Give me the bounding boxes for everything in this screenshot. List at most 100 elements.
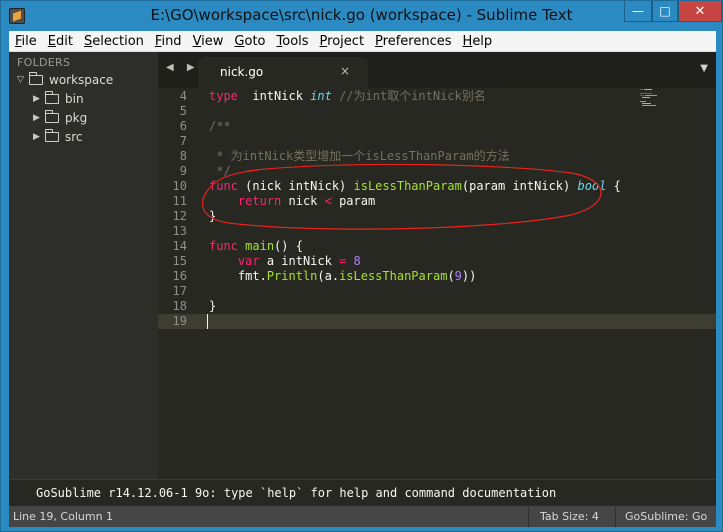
code-token: () {: [274, 239, 303, 253]
code-line[interactable]: 14 func main() {: [158, 239, 716, 254]
red-highlight-ellipse: [201, 163, 602, 230]
menu-view[interactable]: View: [187, 31, 229, 52]
code-token: main: [245, 239, 275, 253]
code-token: isLessThanParam: [339, 269, 448, 283]
menu-help[interactable]: Help: [457, 31, 498, 52]
console-message: GoSublime r14.12.06-1 9o: type `help` fo…: [36, 486, 557, 500]
line-number: 19: [172, 314, 187, 328]
minimize-button[interactable]: —: [624, 1, 652, 22]
code-token: var: [237, 254, 260, 268]
line-number: 12: [172, 209, 187, 223]
folder-src[interactable]: ▶ src: [33, 127, 83, 146]
folder-label: workspace: [49, 72, 114, 87]
folder-label: pkg: [65, 110, 88, 125]
code-token: )): [461, 269, 477, 283]
menu-goto[interactable]: Goto: [228, 31, 270, 52]
folders-heading: FOLDERS: [17, 56, 71, 69]
folder-icon: [45, 128, 59, 142]
code-line[interactable]: 7: [158, 134, 716, 149]
tab-menu-icon[interactable]: ▼: [700, 63, 708, 74]
status-bar: Line 19, Column 1 Tab Size: 4 GoSublime:…: [9, 505, 716, 527]
menu-edit[interactable]: Edit: [42, 31, 78, 52]
cursor-position: Line 19, Column 1: [13, 510, 114, 523]
code-text[interactable]: type intNick int //为int取个intNick别名: [209, 89, 486, 104]
menu-bar: File Edit Selection Find View Goto Tools…: [9, 31, 716, 52]
tab-nav-arrows-icon[interactable]: ◀ ▶: [166, 62, 200, 73]
code-token: func: [209, 239, 238, 253]
chevron-right-icon[interactable]: ▶: [33, 94, 45, 104]
menu-project[interactable]: Project: [314, 31, 370, 52]
folder-workspace[interactable]: ▽ workspace: [17, 70, 113, 89]
minimap[interactable]: [640, 89, 660, 129]
code-line[interactable]: 6 /**: [158, 119, 716, 134]
line-number: 6: [179, 119, 187, 133]
line-number: 9: [179, 164, 187, 178]
code-token: (a.: [317, 269, 340, 283]
code-token: //为int取个intNick别名: [331, 89, 486, 103]
folder-label: bin: [65, 91, 84, 106]
code-token: type: [209, 89, 238, 103]
line-number: 15: [172, 254, 187, 268]
line-number: 17: [172, 284, 187, 298]
app-window: E:\GO\workspace\src\nick.go (workspace) …: [0, 0, 723, 532]
code-line[interactable]: 17: [158, 284, 716, 299]
folder-open-icon: [29, 71, 43, 85]
close-window-button[interactable]: ✕: [678, 1, 722, 22]
line-number: 7: [179, 134, 187, 148]
code-text[interactable]: fmt.Println(a.isLessThanParam(9)): [209, 269, 476, 284]
folder-icon: [45, 90, 59, 104]
code-token: intNick: [237, 89, 311, 103]
code-token: int: [310, 89, 332, 103]
code-line[interactable]: 5: [158, 104, 716, 119]
status-divider: [528, 507, 529, 527]
line-number: 13: [172, 224, 187, 238]
menu-find[interactable]: Find: [149, 31, 187, 52]
output-console: GoSublime r14.12.06-1 9o: type `help` fo…: [9, 479, 716, 505]
line-number: 18: [172, 299, 187, 313]
code-token: fmt.: [209, 269, 267, 283]
chevron-right-icon[interactable]: ▶: [33, 132, 45, 142]
code-line[interactable]: 4 type intNick int //为int取个intNick别名: [158, 89, 716, 104]
code-editor[interactable]: 4 type intNick int //为int取个intNick别名 5 6 /**…: [158, 88, 716, 479]
code-line[interactable]: 16 fmt.Println(a.isLessThanParam(9)): [158, 269, 716, 284]
code-line[interactable]: 15 var a intNick = 8: [158, 254, 716, 269]
code-token: }: [209, 299, 217, 313]
line-number: 10: [172, 179, 187, 193]
line-number: 5: [179, 104, 187, 118]
folder-pkg[interactable]: ▶ pkg: [33, 108, 87, 127]
syntax-indicator[interactable]: GoSublime: Go: [625, 510, 707, 523]
title-bar[interactable]: E:\GO\workspace\src\nick.go (workspace) …: [1, 1, 722, 31]
code-text[interactable]: func main() {: [209, 239, 303, 254]
code-line[interactable]: 18}: [158, 299, 716, 314]
code-line[interactable]: 8 * 为intNick类型增加一个isLessThanParam的方法: [158, 149, 716, 164]
status-divider: [615, 507, 616, 527]
text-caret: [207, 314, 208, 329]
tab-nick-go[interactable]: nick.go ×: [198, 57, 368, 88]
chevron-right-icon[interactable]: ▶: [33, 113, 45, 123]
menu-file[interactable]: File: [9, 31, 42, 52]
code-token: * 为intNick类型增加一个isLessThanParam的方法: [209, 149, 510, 163]
tab-close-icon[interactable]: ×: [340, 64, 350, 78]
line-number: 4: [179, 89, 187, 103]
menu-selection[interactable]: Selection: [78, 31, 149, 52]
code-text[interactable]: var a intNick = 8: [209, 254, 361, 269]
tab-bar: ◀ ▶ nick.go × ▼: [158, 52, 716, 88]
menu-tools[interactable]: Tools: [271, 31, 314, 52]
folder-bin[interactable]: ▶ bin: [33, 89, 84, 108]
code-line[interactable]: 19: [158, 314, 716, 329]
code-text[interactable]: * 为intNick类型增加一个isLessThanParam的方法: [209, 149, 510, 164]
folder-icon: [45, 109, 59, 123]
maximize-button[interactable]: □: [652, 1, 678, 22]
line-number: 8: [179, 149, 187, 163]
code-token: 9: [454, 269, 462, 283]
chevron-down-icon[interactable]: ▽: [17, 75, 29, 85]
tab-label: nick.go: [220, 65, 264, 79]
tab-size-indicator[interactable]: Tab Size: 4: [540, 510, 599, 523]
code-text[interactable]: /**: [209, 119, 231, 134]
code-token: 8: [353, 254, 361, 268]
code-text[interactable]: }: [209, 299, 216, 314]
code-token: /**: [209, 119, 231, 133]
code-token: Println: [266, 269, 318, 283]
menu-preferences[interactable]: Preferences: [369, 31, 456, 52]
